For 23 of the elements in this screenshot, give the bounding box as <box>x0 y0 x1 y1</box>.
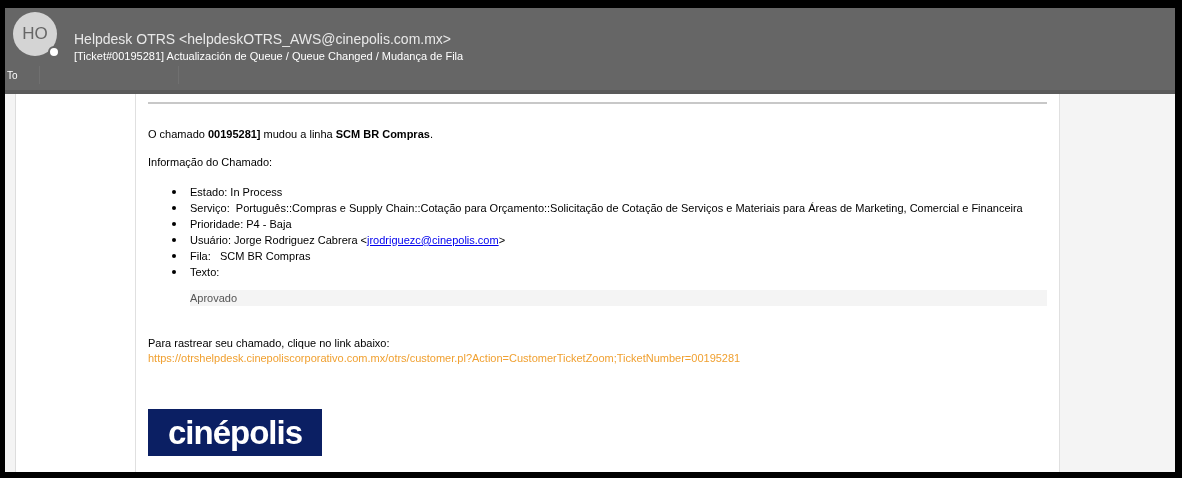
bullet-icon <box>172 254 176 258</box>
bullet-icon <box>172 270 176 274</box>
bullet-icon <box>172 222 176 226</box>
intro-text: O chamado 00195281] mudou a linha SCM BR Compras. <box>148 127 434 141</box>
detail-item: Estado: In Process <box>190 184 283 200</box>
email-link[interactable]: jrodriguezc@cinepolis.com <box>367 233 499 246</box>
detail-item: Usuário: Jorge Rodriguez Cabrera <jrodriguezc@cinepolis.com> <box>190 232 506 248</box>
to-label: To <box>6 68 19 83</box>
cinepolis-logo: cinépolis <box>148 409 322 456</box>
bullet-icon <box>172 206 176 210</box>
info-heading: Informação do Chamado: <box>148 155 274 169</box>
bullet-icon <box>172 238 176 242</box>
sender-avatar: HO <box>13 12 57 56</box>
quoted-text: Aprovado <box>190 290 1047 306</box>
detail-item: Prioridade: P4 - Baja <box>190 216 292 232</box>
bullet-icon <box>172 190 176 194</box>
presence-icon <box>48 46 60 58</box>
detail-item: Texto: <box>190 264 220 280</box>
detail-item: Serviço: Português::Compras e Supply Chain::Cotação para Orçamento::Solicitação de Cotação de Serviços e Materiais para Áreas de Marketing, Comercial e Financeira <box>190 200 1023 216</box>
message-subject: [Ticket#00195281] Actualización de Queue / Queue Changed / Mudança de Fila <box>74 49 464 64</box>
sender-name: Helpdesk OTRS <helpdeskOTRS_AWS@cinepolis.com.mx> <box>74 30 453 48</box>
track-text: Para rastrear seu chamado, clique no link abaixo: <box>148 336 391 350</box>
detail-item: Fila: SCM BR Compras <box>190 248 311 264</box>
